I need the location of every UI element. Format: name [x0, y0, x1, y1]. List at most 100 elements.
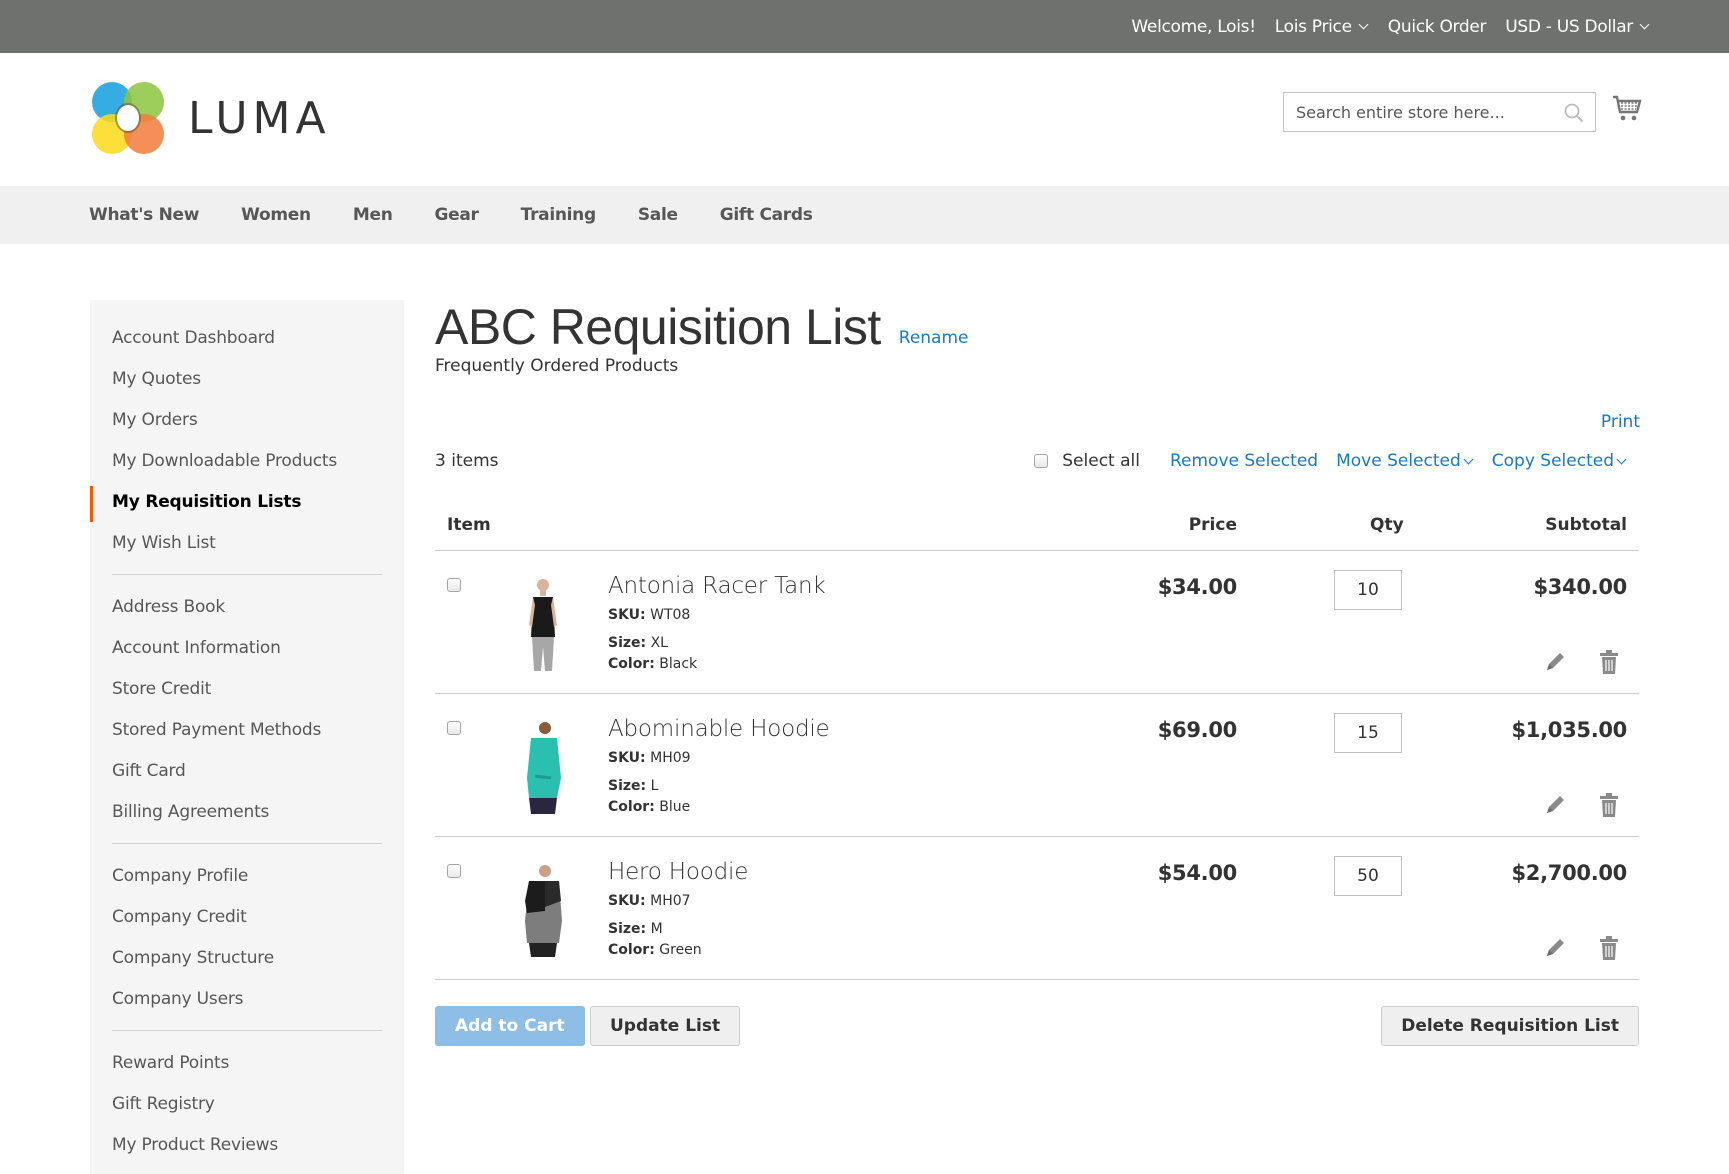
copy-selected-dropdown[interactable]: Copy Selected: [1492, 451, 1627, 471]
color-value: Green: [659, 942, 702, 958]
product-thumbnail-abominable-hoodie[interactable]: [515, 718, 571, 814]
sidebar-item-my-product-reviews[interactable]: My Product Reviews: [90, 1125, 404, 1166]
sidebar-item-my-downloadable-products[interactable]: My Downloadable Products: [90, 441, 404, 482]
product-sku: SKU: MH07: [608, 893, 691, 909]
edit-icon[interactable]: [1544, 651, 1566, 673]
color-value: Black: [659, 656, 698, 672]
trash-icon[interactable]: [1599, 792, 1619, 818]
product-size: Size: M: [608, 921, 663, 937]
currency-label: USD - US Dollar: [1505, 16, 1633, 37]
nav-item-whats-new[interactable]: What's New: [89, 205, 199, 225]
qty-input[interactable]: [1334, 856, 1402, 896]
color-value: Blue: [659, 799, 691, 815]
nav-item-sale[interactable]: Sale: [638, 205, 678, 225]
sidebar-item-my-wish-list[interactable]: My Wish List: [90, 523, 404, 564]
product-name[interactable]: Abominable Hoodie: [608, 716, 830, 742]
delete-requisition-list-button[interactable]: Delete Requisition List: [1381, 1006, 1639, 1046]
product-color: Color: Green: [608, 942, 702, 958]
sku-label: SKU:: [608, 607, 646, 623]
product-thumbnail-antonia-racer-tank[interactable]: [515, 575, 571, 671]
currency-switcher[interactable]: USD - US Dollar: [1505, 17, 1650, 37]
customer-menu[interactable]: Lois Price: [1275, 17, 1369, 37]
list-actions: Select all Remove Selected Move Selected…: [1034, 451, 1627, 471]
color-label: Color:: [608, 656, 655, 672]
sidebar-item-company-users[interactable]: Company Users: [90, 979, 404, 1020]
trash-icon[interactable]: [1599, 935, 1619, 961]
sidebar-item-my-quotes[interactable]: My Quotes: [90, 359, 404, 400]
qty-input[interactable]: [1334, 570, 1402, 610]
sidebar-item-company-structure[interactable]: Company Structure: [90, 938, 404, 979]
row-checkbox[interactable]: [447, 721, 461, 735]
product-sku: SKU: MH09: [608, 750, 691, 766]
product-price: $54.00: [1157, 861, 1238, 885]
update-list-button[interactable]: Update List: [590, 1006, 741, 1046]
sidebar-item-company-credit[interactable]: Company Credit: [90, 897, 404, 938]
sidebar-item-gift-card[interactable]: Gift Card: [90, 751, 404, 792]
nav-item-gear[interactable]: Gear: [435, 205, 479, 225]
edit-icon[interactable]: [1544, 937, 1566, 959]
sku-value: MH09: [650, 750, 691, 766]
sidebar-item-store-credit[interactable]: Store Credit: [90, 669, 404, 710]
nav-item-women[interactable]: Women: [241, 205, 311, 225]
size-value: M: [650, 921, 663, 937]
trash-icon[interactable]: [1599, 649, 1619, 675]
nav-item-training[interactable]: Training: [521, 205, 597, 225]
page-title: ABC Requisition List: [435, 299, 881, 355]
search-icon[interactable]: [1563, 102, 1585, 124]
sidebar-item-stored-payment-methods[interactable]: Stored Payment Methods: [90, 710, 404, 751]
table-header: Item Price Qty Subtotal: [435, 500, 1639, 551]
nav-item-gift-cards[interactable]: Gift Cards: [720, 205, 813, 225]
product-sku: SKU: WT08: [608, 607, 690, 623]
sidebar-item-my-requisition-lists[interactable]: My Requisition Lists: [90, 482, 404, 523]
product-price: $34.00: [1157, 575, 1238, 599]
product-thumbnail-hero-hoodie[interactable]: [515, 861, 571, 957]
select-all-label[interactable]: Select all: [1062, 451, 1140, 471]
sku-label: SKU:: [608, 750, 646, 766]
color-label: Color:: [608, 942, 655, 958]
product-name[interactable]: Hero Hoodie: [608, 859, 748, 885]
row-checkbox[interactable]: [447, 864, 461, 878]
chevron-down-icon: [1463, 454, 1474, 464]
title-row: ABC Requisition List Rename: [435, 298, 968, 356]
remove-selected-link[interactable]: Remove Selected: [1170, 451, 1318, 471]
sidebar-item-my-orders[interactable]: My Orders: [90, 400, 404, 441]
nav-item-men[interactable]: Men: [353, 205, 393, 225]
logo-text: LUMA: [188, 92, 331, 144]
copy-selected-label: Copy Selected: [1491, 451, 1614, 471]
size-label: Size:: [608, 778, 647, 794]
quick-order-link[interactable]: Quick Order: [1388, 17, 1487, 37]
column-header-price: Price: [1188, 515, 1237, 535]
edit-icon[interactable]: [1544, 794, 1566, 816]
rename-link[interactable]: Rename: [899, 328, 969, 348]
sidebar-item-company-profile[interactable]: Company Profile: [90, 856, 404, 897]
logo[interactable]: LUMA: [90, 80, 331, 156]
sidebar-item-gift-registry[interactable]: Gift Registry: [90, 1084, 404, 1125]
move-selected-dropdown[interactable]: Move Selected: [1336, 451, 1474, 471]
column-header-item: Item: [447, 515, 491, 535]
sku-value: WT08: [650, 607, 691, 623]
table-row: Abominable Hoodie SKU: MH09 Size: L Colo…: [435, 694, 1639, 837]
requisition-items-table: Item Price Qty Subtotal Antonia Racer Ta…: [435, 500, 1639, 980]
qty-input[interactable]: [1334, 713, 1402, 753]
size-value: XL: [650, 635, 668, 651]
luma-logo-icon: [92, 82, 164, 154]
size-value: L: [650, 778, 659, 794]
sidebar-item-account-information[interactable]: Account Information: [90, 628, 404, 669]
sidebar-item-account-dashboard[interactable]: Account Dashboard: [90, 318, 404, 359]
chevron-down-icon: [1616, 454, 1627, 464]
cart-icon[interactable]: [1612, 95, 1642, 123]
sidebar-item-reward-points[interactable]: Reward Points: [90, 1043, 404, 1084]
print-link[interactable]: Print: [1601, 412, 1640, 432]
sidebar-item-address-book[interactable]: Address Book: [90, 587, 404, 628]
select-all-checkbox[interactable]: [1034, 454, 1049, 468]
product-size: Size: L: [608, 778, 658, 794]
column-header-qty: Qty: [1370, 515, 1404, 535]
product-color: Color: Black: [608, 656, 697, 672]
table-row: Antonia Racer Tank SKU: WT08 Size: XL Co…: [435, 551, 1639, 694]
sidebar-item-billing-agreements[interactable]: Billing Agreements: [90, 792, 404, 833]
row-checkbox[interactable]: [447, 578, 461, 592]
product-size: Size: XL: [608, 635, 668, 651]
search-input[interactable]: [1284, 93, 1595, 131]
add-to-cart-button[interactable]: Add to Cart: [435, 1006, 585, 1046]
product-name[interactable]: Antonia Racer Tank: [608, 573, 826, 599]
